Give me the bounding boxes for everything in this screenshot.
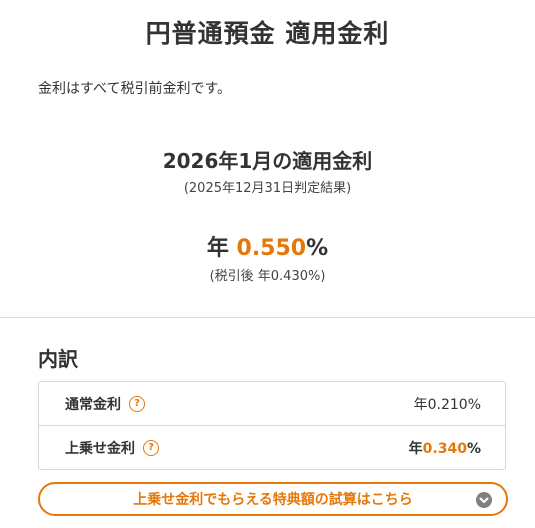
bonus-rate-prefix: 年 (408, 441, 423, 457)
bonus-rate-value: 年0.340% (409, 438, 481, 458)
breakdown-title: 内訳 (38, 347, 78, 371)
bonus-rate-label-group: 上乗せ金利 ? (65, 438, 159, 458)
applied-rate: 年 0.550% (0, 230, 535, 262)
chevron-down-icon (476, 492, 492, 508)
rate-suffix: % (306, 236, 329, 261)
bonus-rate-suffix: % (466, 441, 481, 457)
bonus-rate-number: 0.340 (422, 441, 467, 457)
table-row: 通常金利 ? 年0.210% (39, 382, 505, 426)
help-icon[interactable]: ? (143, 440, 159, 456)
page-title: 円普通預金 適用金利 (145, 19, 390, 48)
breakdown-table: 通常金利 ? 年0.210% 上乗せ金利 ? 年0.340% (38, 381, 506, 470)
normal-rate-value: 年0.210% (413, 396, 481, 413)
bonus-trial-button[interactable]: 上乗せ金利でもらえる特典額の試算はこちら (38, 482, 508, 516)
judgment-date: (2025年12月31日判定結果) (183, 181, 352, 196)
bonus-rate-label: 上乗せ金利 (65, 441, 135, 457)
section-divider (0, 317, 535, 318)
bonus-trial-button-label: 上乗せ金利でもらえる特典額の試算はこちら (133, 492, 413, 508)
rate-prefix: 年 (206, 236, 229, 261)
after-tax-rate: (税引後 年0.430%) (209, 269, 326, 284)
help-icon[interactable]: ? (129, 395, 145, 412)
tax-note: 金利はすべて税引前金利です。 (38, 81, 232, 97)
rate-value: 0.550 (236, 236, 307, 261)
normal-rate-label-group: 通常金利 ? (65, 394, 145, 414)
applied-rate-month-heading: 2026年1月の適用金利 (162, 149, 373, 173)
normal-rate-label: 通常金利 (65, 396, 121, 413)
table-row: 上乗せ金利 ? 年0.340% (39, 426, 505, 470)
